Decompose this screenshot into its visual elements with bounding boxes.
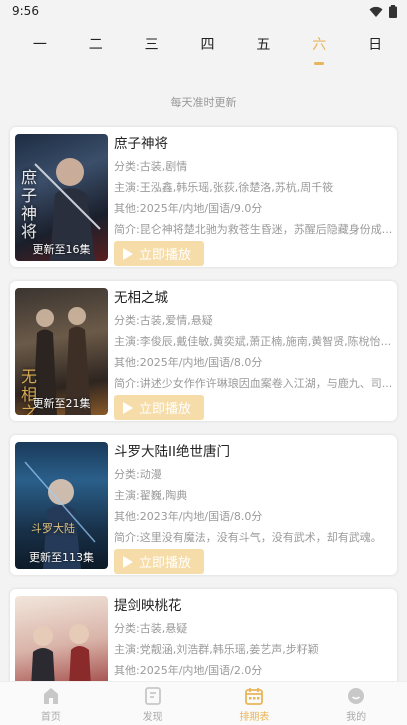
weekday-tab-fri[interactable]: 五 <box>235 27 291 67</box>
tab-discover[interactable]: 发现 <box>102 682 204 725</box>
show-genre: 分类:古装,悬疑 <box>114 622 188 635</box>
play-icon <box>123 555 133 568</box>
show-meta: 其他:2025年/内地/国语/2.0分 <box>114 664 263 677</box>
show-cast: 主演:李俊辰,戴佳敏,黄奕斌,萧正楠,施南,黄智贤,陈梲怡... <box>114 335 392 348</box>
weekday-tab-wed[interactable]: 三 <box>124 27 180 67</box>
play-now-button[interactable]: 立即播放 <box>114 549 204 574</box>
show-intro: 简介:讲述少女作作许琳琅因血案卷入江湖，与鹿九、司... <box>114 377 393 390</box>
show-genre: 分类:古装,剧情 <box>114 160 188 173</box>
status-bar: 9:56 <box>0 0 407 24</box>
home-icon <box>43 688 58 704</box>
weekday-selector: 一 二 三 四 五 六 日 <box>12 27 403 67</box>
update-status: 更新至16集 <box>32 243 91 256</box>
tab-schedule[interactable]: 排期表 <box>204 682 306 725</box>
active-day-indicator <box>314 62 325 65</box>
schedule-subtitle: 每天准时更新 <box>170 96 237 109</box>
show-info: 斗罗大陆II绝世唐门 分类:动漫 主演:翟巍,陶典 其他:2023年/内地/国语… <box>114 443 397 549</box>
play-now-button[interactable]: 立即播放 <box>114 241 204 266</box>
weekday-label: 一 <box>32 37 47 53</box>
poster-title: 庶子神将 <box>21 168 38 241</box>
weekday-label: 三 <box>144 37 159 53</box>
play-now-button[interactable]: 立即播放 <box>114 395 204 420</box>
play-icon <box>123 247 133 260</box>
calendar-icon <box>245 688 264 705</box>
show-poster[interactable]: 斗罗大陆 更新至113集 <box>15 442 108 569</box>
discover-icon <box>144 687 161 705</box>
profile-icon <box>348 688 365 704</box>
show-card[interactable]: 庶子神将 更新至16集 庶子神将 分类:古装,剧情 主演:王泓鑫,韩乐瑶,张荻,… <box>10 127 397 267</box>
show-title: 提剑映桃花 <box>114 598 182 614</box>
tab-home[interactable]: 首页 <box>0 682 102 725</box>
play-icon <box>123 401 133 414</box>
weekday-label: 五 <box>256 37 271 53</box>
show-genre: 分类:古装,爱情,悬疑 <box>114 314 213 327</box>
poster-title: 斗罗大陆 <box>31 522 75 535</box>
show-title: 无相之城 <box>114 290 168 306</box>
weekday-tab-sun[interactable]: 日 <box>347 27 403 67</box>
show-intro: 简介:昆仑神将楚北驰为救苍生昏迷，苏醒后隐藏身份成... <box>114 223 393 236</box>
play-button-label: 立即播放 <box>139 248 192 263</box>
tab-label: 首页 <box>40 712 61 723</box>
show-intro: 简介:这里没有魔法，没有斗气，没有武术，却有武魂。 <box>114 531 382 544</box>
show-info: 提剑映桃花 分类:古装,悬疑 主演:党靓涵,刘浩群,韩乐瑶,姜艺声,步籽颖 其他… <box>114 597 397 682</box>
show-title: 斗罗大陆II绝世唐门 <box>114 444 230 460</box>
show-card[interactable]: 斗罗大陆 更新至113集 斗罗大陆II绝世唐门 分类:动漫 主演:翟巍,陶典 其… <box>10 435 397 575</box>
play-button-label: 立即播放 <box>139 556 192 571</box>
status-time: 9:56 <box>12 4 39 18</box>
show-cast: 主演:党靓涵,刘浩群,韩乐瑶,姜艺声,步籽颖 <box>114 643 319 656</box>
weekday-tab-thu[interactable]: 四 <box>180 27 236 67</box>
show-cast: 主演:翟巍,陶典 <box>114 489 188 502</box>
show-meta: 其他:2025年/内地/国语/9.0分 <box>114 202 263 215</box>
show-poster[interactable]: 无相之城 更新至21集 <box>15 288 108 415</box>
weekday-label: 四 <box>200 37 215 53</box>
show-poster[interactable]: 庶子神将 更新至16集 <box>15 134 108 261</box>
weekday-label: 二 <box>88 37 103 53</box>
bottom-tab-bar: 首页 发现 排期表 我的 <box>0 681 407 725</box>
tab-label: 发现 <box>142 712 163 723</box>
show-meta: 其他:2023年/内地/国语/8.0分 <box>114 510 263 523</box>
weekday-label: 六 <box>312 37 327 53</box>
show-info: 无相之城 分类:古装,爱情,悬疑 主演:李俊辰,戴佳敏,黄奕斌,萧正楠,施南,黄… <box>114 289 397 395</box>
show-info: 庶子神将 分类:古装,剧情 主演:王泓鑫,韩乐瑶,张荻,徐楚洛,苏杭,周千筱 其… <box>114 135 397 241</box>
weekday-tab-sat[interactable]: 六 <box>291 27 347 67</box>
weekday-tab-mon[interactable]: 一 <box>12 27 68 67</box>
weekday-label: 日 <box>368 37 383 53</box>
show-cast: 主演:王泓鑫,韩乐瑶,张荻,徐楚洛,苏杭,周千筱 <box>114 181 334 194</box>
status-icons <box>369 5 397 18</box>
play-button-label: 立即播放 <box>139 402 192 417</box>
weekday-tab-tue[interactable]: 二 <box>68 27 124 67</box>
battery-icon <box>389 5 397 18</box>
update-status: 更新至21集 <box>32 397 91 410</box>
tab-label: 排期表 <box>239 712 270 723</box>
update-status: 更新至113集 <box>29 551 94 564</box>
show-card[interactable]: 无相之城 更新至21集 无相之城 分类:古装,爱情,悬疑 主演:李俊辰,戴佳敏,… <box>10 281 397 421</box>
show-meta: 其他:2025年/内地/国语/8.0分 <box>114 356 263 369</box>
tab-profile[interactable]: 我的 <box>305 682 407 725</box>
show-genre: 分类:动漫 <box>114 468 162 481</box>
wifi-icon <box>369 6 383 17</box>
show-title: 庶子神将 <box>114 136 168 152</box>
tab-label: 我的 <box>346 712 367 723</box>
